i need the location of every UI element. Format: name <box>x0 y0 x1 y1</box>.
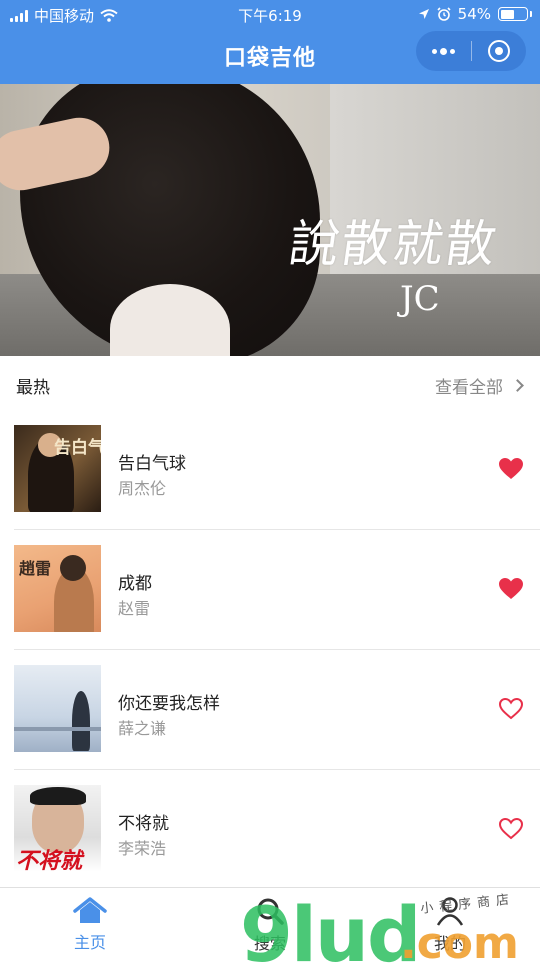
song-title: 不将就 <box>118 814 169 834</box>
watermark-logo: 9lud <box>240 890 421 979</box>
heart-outline-icon[interactable] <box>498 697 524 721</box>
song-artist: 赵雷 <box>118 599 151 618</box>
song-title: 成都 <box>118 574 152 594</box>
cover-face <box>60 555 86 581</box>
view-all-link[interactable]: 查看全部 <box>435 373 524 398</box>
mini-program-capsule <box>416 31 526 71</box>
song-artist: 薛之谦 <box>118 719 167 738</box>
tab-home-label: 主页 <box>73 932 106 952</box>
chevron-right-icon <box>511 379 524 392</box>
cover-bridge <box>14 727 101 731</box>
battery-percent: 54% <box>457 5 491 23</box>
cover-text: 趙雷 <box>19 559 52 578</box>
cover-text: 不将就 <box>16 848 83 872</box>
heart-filled-icon[interactable] <box>498 457 524 481</box>
song-title: 你还要我怎样 <box>118 694 220 714</box>
banner-calligraphy: 說散就散 <box>285 215 502 273</box>
album-cover <box>14 665 101 752</box>
view-all-label: 查看全部 <box>435 378 503 398</box>
song-list: 告白气 告白气球 周杰伦 趙雷 成都 赵雷 你还要我怎样 薛之谦 不将就 不将就… <box>0 410 540 890</box>
album-cover: 告白气 <box>14 425 101 512</box>
tab-home[interactable]: 主页 <box>0 888 180 961</box>
section-title: 最热 <box>16 378 50 398</box>
album-cover: 不将就 <box>14 785 101 872</box>
watermark-domain: .com <box>400 918 519 969</box>
cover-figure <box>72 691 90 751</box>
close-button[interactable] <box>472 31 527 71</box>
location-icon <box>418 8 429 19</box>
target-icon <box>487 40 510 62</box>
song-title: 告白气球 <box>118 454 186 474</box>
song-artist: 李荣浩 <box>118 839 167 858</box>
album-cover: 趙雷 <box>14 545 101 632</box>
status-bar: 中国移动 下午6:19 54% <box>0 0 540 28</box>
list-item[interactable]: 告白气 告白气球 周杰伦 <box>14 410 540 530</box>
heart-outline-icon[interactable] <box>498 817 524 841</box>
section-header: 最热 查看全部 <box>0 356 540 410</box>
battery-icon <box>498 7 532 21</box>
cover-text: 告白气 <box>54 438 101 458</box>
list-item[interactable]: 你还要我怎样 薛之谦 <box>14 650 540 770</box>
list-item[interactable]: 不将就 不将就 李荣浩 <box>14 770 540 890</box>
heart-filled-icon[interactable] <box>498 577 524 601</box>
list-item[interactable]: 趙雷 成都 赵雷 <box>14 530 540 650</box>
more-dots-icon <box>431 47 455 55</box>
nav-bar: 口袋吉他 <box>0 28 540 84</box>
banner-image[interactable]: 說散就散 JC <box>0 84 540 356</box>
alarm-icon <box>437 7 451 21</box>
home-icon <box>73 896 107 923</box>
cover-hair <box>30 787 86 805</box>
more-button[interactable] <box>416 31 471 71</box>
song-artist: 周杰伦 <box>118 479 167 498</box>
banner-artist-mark: JC <box>400 279 440 319</box>
